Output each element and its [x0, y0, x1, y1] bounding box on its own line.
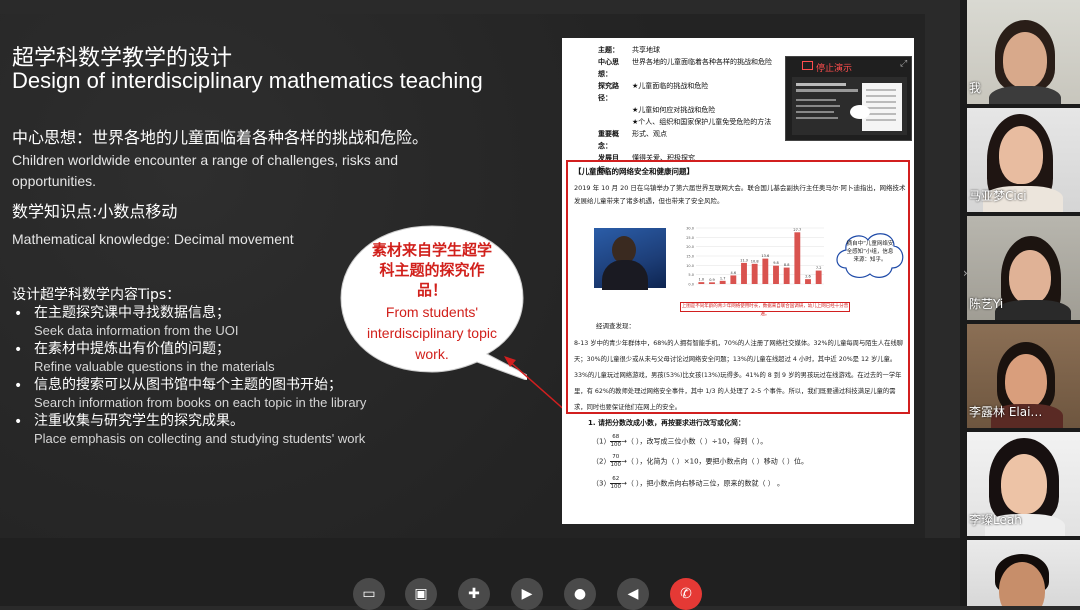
microphone-button[interactable]: ● — [564, 578, 596, 610]
question-title: 1. 请把分数改成小数，再按要求进行改写或化简： — [588, 419, 745, 427]
question-row: （1） 68 100 →（ ），改写成三位小数（ ）÷10，得到（ ）。 — [592, 434, 768, 448]
bar-value-label: 1.0 — [699, 278, 705, 282]
tip-en: Search information from books on each to… — [34, 395, 367, 410]
camera-off-icon: ▶ — [521, 586, 533, 602]
add-participant-icon: ✚ — [468, 586, 480, 602]
y-tick-label: 10.0 — [686, 264, 694, 268]
participant-name: 陈艺Yi — [969, 297, 1004, 311]
central-idea-cn: 中心思想：世界各地的儿童面临着各种各样的挑战和危险。 — [12, 128, 429, 147]
bullet-icon: • — [14, 414, 23, 430]
tip-item: • 信息的搜索可以从图书馆中每个主题的图书开始； Search informatio… — [12, 376, 462, 412]
survey-label: 经调查发现： — [596, 322, 635, 330]
participant-name: 李璨Leah — [969, 513, 1022, 527]
fraction: 70 100 — [610, 454, 621, 468]
y-tick-label: 15.0 — [686, 255, 694, 259]
chart-bar — [719, 280, 726, 284]
bullet-icon: • — [14, 378, 23, 394]
bar-value-label: 9.8 — [773, 261, 779, 265]
bar-chart: 30.0 25.0 20.0 15.0 10.0 5.0 0.0 1.0 0.9 1.7 4.6 11… — [686, 227, 824, 287]
share-window-button[interactable]: ▣ — [405, 578, 437, 610]
stop-presenting-button[interactable]: 停止演示 — [816, 61, 852, 74]
tip-item: • 注重收集与研究学生的探究成果。 Place emphasis on collec… — [12, 412, 462, 448]
shared-slide: 超学科数学教学的设计 Design of interdisciplinary m… — [0, 14, 925, 538]
knowledge-point-en: Mathematical knowledge: Decimal movement — [12, 231, 294, 247]
fraction: 62 100 — [610, 476, 621, 490]
share-window-icon: ▣ — [414, 586, 428, 602]
participant-tile[interactable] — [967, 540, 1080, 606]
central-idea-en: Children worldwide encounter a range of … — [12, 152, 398, 189]
bar-value-label: 2.6 — [805, 275, 811, 279]
doc-box-heading: 【儿童面临的网络安全和健康问题】 — [574, 167, 694, 176]
participant-tile[interactable]: 我 — [967, 0, 1080, 104]
participant-name: 我 — [969, 81, 982, 95]
expand-icon[interactable]: ⤢ — [900, 59, 907, 69]
share-screen-icon: ▭ — [362, 586, 376, 602]
participant-tile[interactable]: 李露林 Elai… — [967, 324, 1080, 428]
chart-bar — [730, 275, 737, 284]
presentation-thumbnail — [792, 77, 907, 135]
microphone-icon: ● — [573, 586, 587, 602]
participant-tile[interactable]: 陈艺Yi — [967, 216, 1080, 320]
hang-up-button[interactable]: ✆ — [670, 578, 702, 610]
add-participant-button[interactable]: ✚ — [458, 578, 490, 610]
bullet-icon: • — [14, 306, 23, 322]
slide-title-en: Design of interdisciplinary mathematics … — [12, 68, 483, 93]
doc-paragraph-1: 2019 年 10 月 20 日在乌镇举办了第六届世界互联网大会。联合国儿基会副… — [574, 184, 906, 205]
bubble-text-cn: 素材来自学生超学科主题的探究作品！ — [371, 241, 492, 299]
speaker-icon: ◀ — [627, 586, 639, 602]
presentation-popup[interactable]: 停止演示 ⤢ — [785, 56, 912, 141]
participant-tile[interactable]: 马亚梦Cici — [967, 108, 1080, 212]
chart-bar — [783, 267, 790, 284]
question-row: （2） 70 100 →（ ），化简为（ ）×10，要把小数点向（ ）移动（ ）位。 — [592, 454, 809, 468]
y-tick-label: 20.0 — [686, 245, 694, 249]
meeting-window: 超学科数学教学的设计 Design of interdisciplinary m… — [0, 0, 1080, 610]
chart-bar — [751, 263, 758, 284]
bar-value-label: 8.8 — [784, 263, 790, 267]
participant-name: 李露林 Elai… — [969, 405, 1043, 419]
bar-value-label: 4.6 — [731, 271, 737, 275]
participant-tile[interactable]: 李璨Leah — [967, 432, 1080, 536]
knowledge-point-cn: 数学知识点:小数点移动 — [12, 202, 178, 221]
bar-value-label: 0.9 — [709, 278, 715, 282]
chart-bar — [698, 282, 705, 284]
bar-value-label: 7.2 — [816, 266, 822, 270]
bar-value-label: 13.6 — [761, 254, 769, 258]
y-tick-label: 30.0 — [686, 227, 694, 231]
chart-bar — [815, 270, 822, 284]
cloud-text: 摘自中“儿童网络安全感知”小组，信息来源：知乎。 — [846, 241, 894, 263]
chart-caption: 上图是不同年龄的青少年网络使用时长，数据来自联合国调研，幼儿上网已经十分普遍。 — [680, 302, 850, 317]
stop-share-icon — [802, 61, 813, 70]
bubble-text-en: From students' interdisciplinary topic w… — [367, 304, 497, 362]
bar-value-label: 1.7 — [720, 276, 726, 280]
chart-bar — [741, 262, 747, 284]
chart-bar — [709, 282, 715, 284]
share-screen-button[interactable]: ▭ — [353, 578, 385, 610]
chart-bar — [762, 258, 769, 284]
participant-name: 马亚梦Cici — [969, 189, 1027, 203]
chart-bar — [794, 232, 801, 284]
doc-info-row: 主题： 共享地球 — [598, 46, 660, 54]
camera-toggle-button[interactable]: ▶ — [511, 578, 543, 610]
tips-heading: 设计超学科数学内容Tips： — [12, 287, 181, 303]
speaker-button[interactable]: ◀ — [617, 578, 649, 610]
chart-bar — [773, 265, 779, 284]
bar-value-label: 11.3 — [740, 258, 748, 262]
doc-paragraph-2: 8-13 岁中的青少年群体中，68%的人拥有智能手机，70%的人注册了网络社交媒… — [574, 340, 904, 411]
bar-value-label: 27.7 — [793, 228, 801, 232]
y-tick-label: 25.0 — [686, 236, 694, 240]
doc-highlight-box: 【儿童面临的网络安全和健康问题】 2019 年 10 月 20 日在乌镇举办了第… — [566, 160, 910, 414]
question-row: （3） 62 100 →（ ），把小数点向右移动三位，原来的数就（ ） 。 — [592, 476, 785, 490]
tip-cn: 注重收集与研究学生的探究成果。 — [34, 413, 244, 429]
chart-bar — [805, 279, 811, 284]
speech-bubble: 素材来自学生超学科主题的探究作品！ From students' interdi… — [337, 222, 527, 380]
tip-en: Place emphasis on collecting and studyin… — [34, 431, 366, 446]
bullet-icon: • — [14, 342, 23, 358]
y-tick-label: 0.0 — [688, 283, 694, 287]
hang-up-icon: ✆ — [680, 586, 692, 602]
y-tick-label: 5.0 — [688, 273, 694, 277]
bar-value-label: 10.8 — [751, 259, 759, 263]
fraction: 68 100 — [610, 434, 621, 448]
speaker-photo — [594, 228, 666, 290]
